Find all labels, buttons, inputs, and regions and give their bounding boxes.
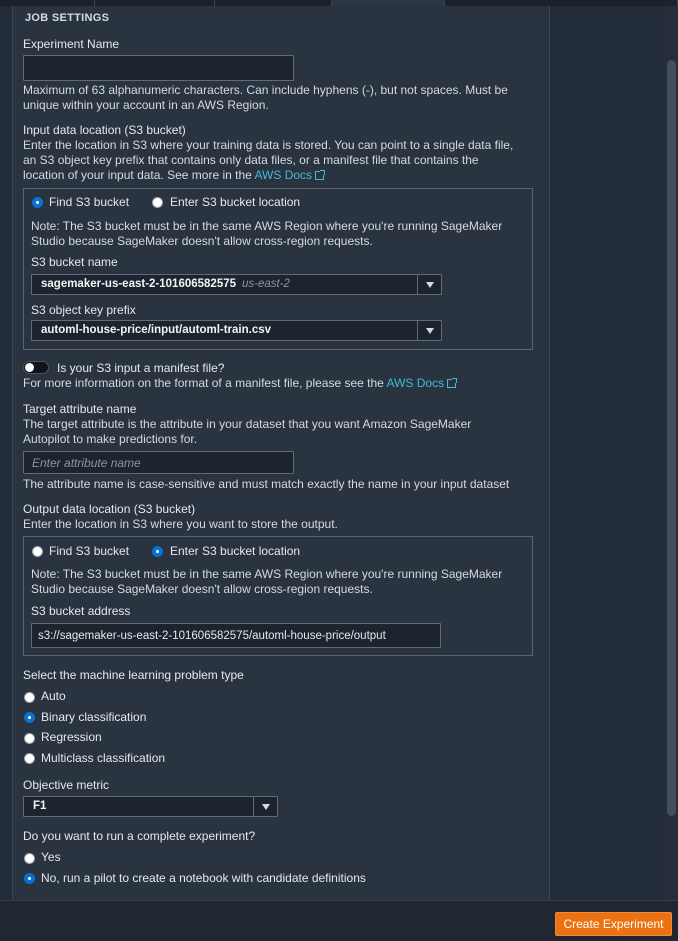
experiment-name-help-1: Maximum of 63 alphanumeric characters. C…: [23, 83, 508, 97]
prefix-select[interactable]: automl-house-price/input/automl-train.cs…: [31, 320, 442, 341]
input-find-bucket-label[interactable]: Find S3 bucket: [49, 195, 129, 210]
objective-metric-dropdown[interactable]: [253, 797, 277, 816]
chevron-down-icon: [426, 282, 434, 288]
problem-type-label: Select the machine learning problem type: [23, 668, 244, 682]
section-title: JOB SETTINGS: [25, 12, 110, 24]
experiment-name-input[interactable]: [23, 55, 294, 81]
input-aws-docs-link[interactable]: AWS Docs: [254, 168, 312, 182]
prefix-dropdown[interactable]: [417, 321, 441, 340]
chevron-down-icon: [426, 328, 434, 334]
output-location-label: Output data location (S3 bucket): [23, 502, 196, 516]
manifest-help-text: For more information on the format of a …: [23, 376, 384, 390]
input-location-desc-1: Enter the location in S3 where your trai…: [23, 138, 514, 152]
input-note-1: Note: The S3 bucket must be in the same …: [31, 219, 503, 233]
input-location-desc-3: location of your input data. See more in…: [23, 168, 326, 183]
target-attribute-input[interactable]: [23, 451, 294, 474]
problem-regression-radio[interactable]: [24, 733, 35, 744]
bucket-name-text: sagemaker-us-east-2-101606582575: [41, 278, 237, 290]
input-enter-location-label[interactable]: Enter S3 bucket location: [170, 195, 300, 210]
target-attribute-desc-1: The target attribute is the attribute in…: [23, 417, 472, 431]
problem-auto-label[interactable]: Auto: [41, 689, 66, 704]
objective-metric-value: F1: [33, 800, 47, 812]
output-find-bucket-label[interactable]: Find S3 bucket: [49, 544, 129, 559]
chevron-down-icon: [262, 804, 270, 810]
target-attribute-label: Target attribute name: [23, 402, 137, 416]
bucket-name-dropdown[interactable]: [417, 275, 441, 294]
manifest-toggle[interactable]: [23, 361, 49, 374]
scrollbar-thumb[interactable]: [667, 60, 676, 816]
complete-yes-label[interactable]: Yes: [41, 850, 61, 865]
bucket-name-value: sagemaker-us-east-2-101606582575 us-east-…: [41, 278, 290, 290]
target-attribute-help: The attribute name is case-sensitive and…: [23, 477, 510, 491]
create-experiment-button[interactable]: Create Experiment: [555, 912, 672, 936]
bucket-address-input[interactable]: [31, 623, 441, 648]
input-location-label: Input data location (S3 bucket): [23, 123, 186, 137]
problem-regression-label[interactable]: Regression: [41, 730, 102, 745]
problem-binary-label[interactable]: Binary classification: [41, 710, 146, 725]
manifest-label: Is your S3 input a manifest file?: [57, 361, 225, 375]
external-link-icon: [447, 378, 458, 388]
right-pane: [551, 6, 678, 900]
target-attribute-desc-2: Autopilot to make predictions for.: [23, 432, 198, 446]
output-enter-location-label[interactable]: Enter S3 bucket location: [170, 544, 300, 559]
input-note-2: Studio because SageMaker doesn't allow c…: [31, 234, 373, 248]
problem-multiclass-radio[interactable]: [24, 753, 35, 764]
input-find-bucket-radio[interactable]: [32, 197, 43, 208]
complete-experiment-label: Do you want to run a complete experiment…: [23, 829, 256, 843]
output-note-1: Note: The S3 bucket must be in the same …: [31, 567, 503, 581]
manifest-help: For more information on the format of a …: [23, 376, 458, 391]
input-location-desc-3-text: location of your input data. See more in…: [23, 168, 252, 182]
problem-binary-radio[interactable]: [24, 712, 35, 723]
problem-auto-radio[interactable]: [24, 692, 35, 703]
complete-yes-radio[interactable]: [24, 853, 35, 864]
external-link-icon: [315, 170, 326, 180]
prefix-value: automl-house-price/input/automl-train.cs…: [41, 324, 272, 336]
output-find-bucket-radio[interactable]: [32, 546, 43, 557]
complete-no-radio[interactable]: [24, 873, 35, 884]
experiment-name-help-2: unique within your account in an AWS Reg…: [23, 98, 269, 112]
input-location-desc-2: an S3 object key prefix that contains on…: [23, 153, 479, 167]
complete-no-label[interactable]: No, run a pilot to create a notebook wit…: [41, 871, 366, 886]
input-enter-location-radio[interactable]: [152, 197, 163, 208]
problem-multiclass-label[interactable]: Multiclass classification: [41, 751, 165, 766]
bucket-address-label: S3 bucket address: [31, 604, 131, 618]
experiment-name-label: Experiment Name: [23, 37, 120, 51]
bucket-name-select[interactable]: sagemaker-us-east-2-101606582575 us-east-…: [31, 274, 442, 295]
objective-metric-select[interactable]: F1: [23, 796, 278, 817]
output-location-desc: Enter the location in S3 where you want …: [23, 517, 338, 531]
bucket-region-text: us-east-2: [242, 278, 290, 290]
objective-metric-label: Objective metric: [23, 778, 110, 792]
output-enter-location-radio[interactable]: [152, 546, 163, 557]
prefix-label: S3 object key prefix: [31, 303, 136, 317]
manifest-aws-docs-link[interactable]: AWS Docs: [387, 376, 445, 390]
output-note-2: Studio because SageMaker doesn't allow c…: [31, 582, 373, 596]
bucket-name-label: S3 bucket name: [31, 255, 118, 269]
